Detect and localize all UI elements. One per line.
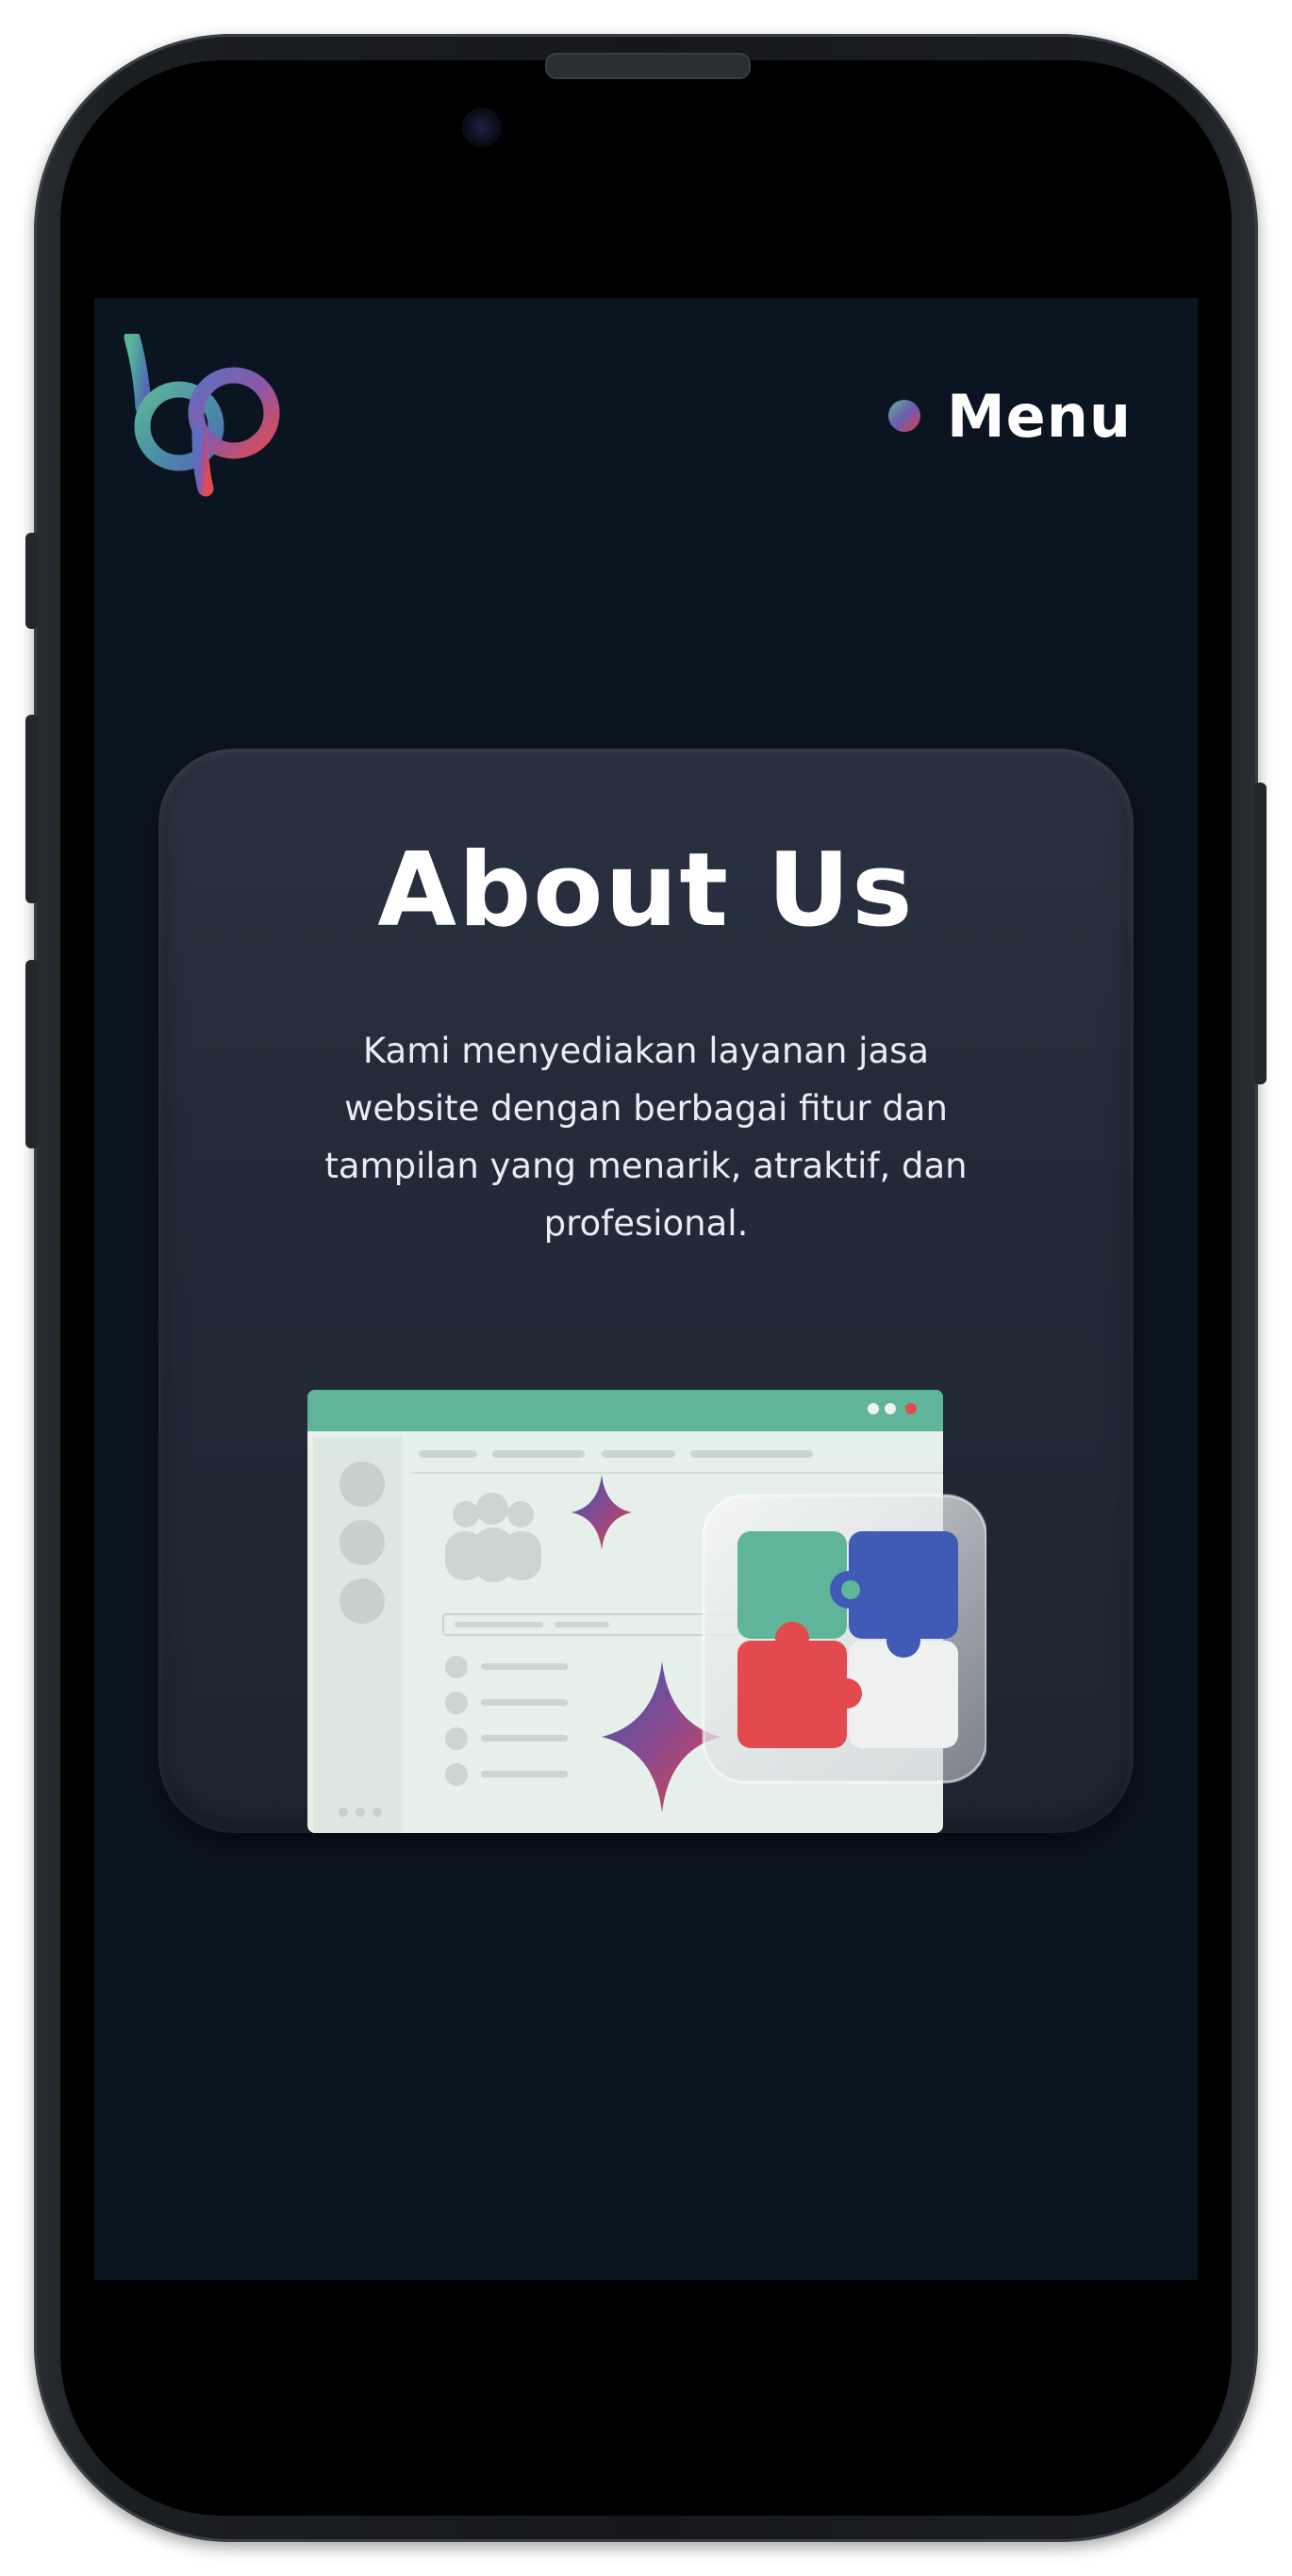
speaker-grille — [545, 53, 751, 79]
about-card: About Us Kami menyediakan layanan jasa w… — [158, 749, 1134, 1833]
gradient-dot-icon — [887, 400, 920, 432]
front-camera — [462, 107, 502, 147]
about-description: Kami menyediakan layanan jasa website de… — [324, 1031, 968, 1244]
bp-logo-icon[interactable] — [121, 329, 290, 500]
screen: Menu About Us Kami menyediakan layanan j… — [94, 298, 1198, 2280]
about-title: About Us — [377, 832, 915, 949]
menu-label: Menu — [946, 381, 1132, 451]
menu-button[interactable]: Menu — [887, 381, 1132, 451]
website-puzzle-illustration — [307, 1390, 988, 1833]
power-button — [1253, 783, 1267, 1084]
volume-up-button — [25, 715, 39, 903]
silent-switch — [25, 533, 39, 629]
volume-down-button — [25, 960, 39, 1148]
